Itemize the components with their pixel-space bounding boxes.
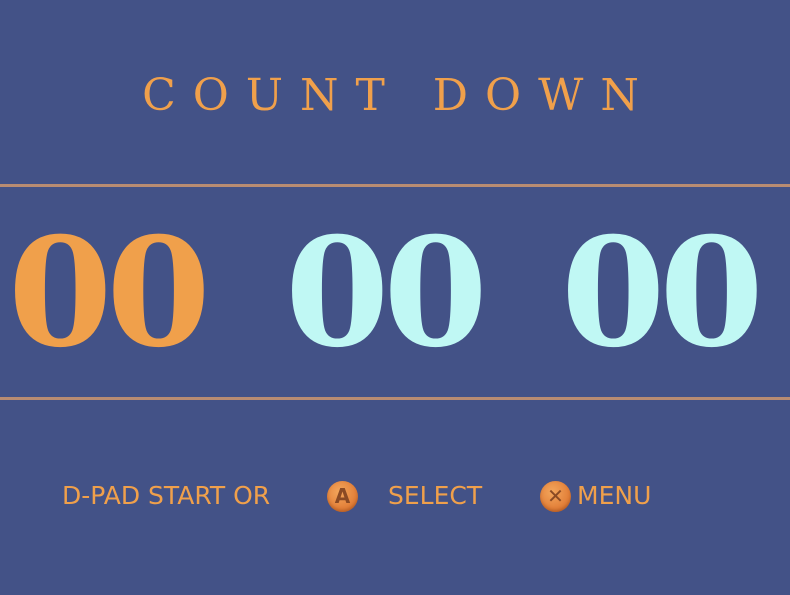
- bottom-divider: [0, 397, 790, 400]
- x-button-glyph: ✕: [547, 484, 564, 508]
- screen-title: COUNT DOWN: [142, 70, 656, 121]
- hours-segment[interactable]: 00: [8, 208, 211, 378]
- x-button-icon: ✕: [540, 481, 571, 512]
- minutes-segment[interactable]: 00: [285, 208, 488, 378]
- select-hint: SELECT: [388, 481, 483, 510]
- a-button-icon: A: [327, 481, 358, 512]
- top-divider: [0, 184, 790, 187]
- countdown-timer: 00 00 00: [0, 208, 790, 378]
- control-hints: D-PAD START OR A SELECT ✕ MENU: [0, 478, 790, 514]
- seconds-segment[interactable]: 00: [561, 208, 764, 378]
- menu-hint: MENU: [577, 481, 652, 510]
- dpad-start-hint: D-PAD START OR: [62, 481, 271, 510]
- a-button-glyph: A: [334, 484, 351, 508]
